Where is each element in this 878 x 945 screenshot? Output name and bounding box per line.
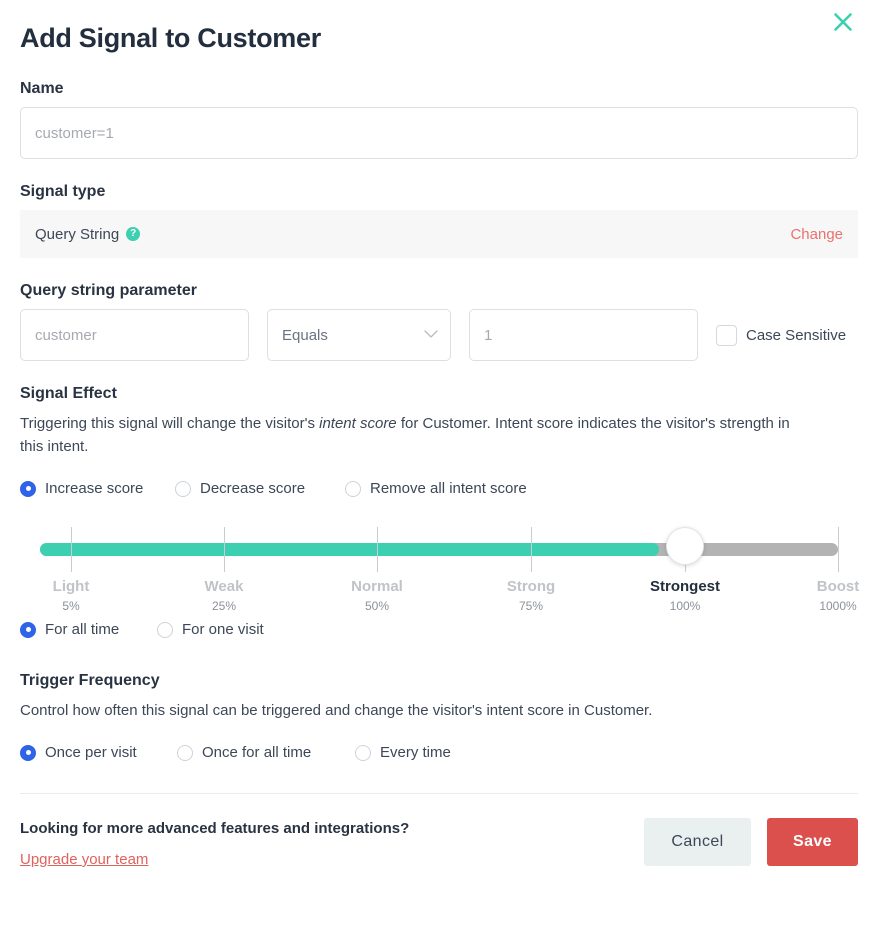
save-button[interactable]: Save	[767, 818, 858, 866]
slider-stop-name: Normal	[351, 577, 403, 596]
query-param-name-input[interactable]	[20, 309, 249, 361]
help-icon[interactable]: ?	[126, 227, 140, 241]
slider-tick	[224, 527, 225, 572]
radio-label: For one visit	[182, 621, 264, 638]
query-param-operator-wrap: Equals	[267, 309, 451, 361]
radio-label: Once for all time	[202, 744, 311, 761]
slider-tick	[838, 527, 839, 572]
radio-label: Decrease score	[200, 480, 305, 497]
radio-label: Every time	[380, 744, 451, 761]
cancel-button[interactable]: Cancel	[644, 818, 751, 866]
signal-type-value: Query String	[35, 226, 119, 243]
slider-fill	[40, 543, 659, 556]
signal-effect-label: Signal Effect	[20, 385, 858, 403]
slider-stop-strong[interactable]: Strong 75%	[507, 577, 555, 615]
radio-for-all-time[interactable]: For all time	[20, 621, 157, 638]
signal-type-bar: Query String ? Change	[20, 210, 858, 258]
trigger-frequency-radio-group: Once per visit Once for all time Every t…	[20, 744, 858, 761]
case-sensitive-label: Case Sensitive	[746, 327, 846, 344]
slider-stop-light[interactable]: Light 5%	[53, 577, 90, 615]
radio-indicator	[157, 622, 173, 638]
add-signal-modal: Add Signal to Customer Name Signal type …	[0, 0, 878, 945]
intent-score-slider[interactable]: Light 5% Weak 25% Normal 50% Strong 75% …	[20, 519, 858, 615]
radio-once-for-all-time[interactable]: Once for all time	[177, 744, 355, 761]
radio-indicator	[177, 745, 193, 761]
close-icon[interactable]	[826, 5, 860, 39]
change-signal-type-link[interactable]: Change	[790, 226, 843, 243]
slider-stop-name: Boost	[817, 577, 860, 596]
radio-indicator	[345, 481, 361, 497]
checkbox-box-icon	[716, 325, 737, 346]
modal-footer: Looking for more advanced features and i…	[20, 794, 858, 869]
slider-stop-strongest[interactable]: Strongest 100%	[650, 577, 720, 615]
trigger-frequency-description: Control how often this signal can be tri…	[20, 699, 810, 722]
radio-every-time[interactable]: Every time	[355, 744, 451, 761]
slider-tick	[377, 527, 378, 572]
slider-tick	[531, 527, 532, 572]
slider-stop-pct: 75%	[507, 598, 555, 615]
signal-effect-desc-part1: Triggering this signal will change the v…	[20, 415, 319, 432]
slider-stop-boost[interactable]: Boost 1000%	[817, 577, 860, 615]
name-input[interactable]	[20, 107, 858, 159]
signal-effect-desc-italic: intent score	[319, 415, 397, 432]
footer-actions: Cancel Save	[644, 818, 858, 866]
signal-effect-description: Triggering this signal will change the v…	[20, 412, 810, 458]
radio-indicator	[20, 622, 36, 638]
radio-for-one-visit[interactable]: For one visit	[157, 621, 264, 638]
upsell-title: Looking for more advanced features and i…	[20, 820, 409, 837]
slider-stop-name: Strong	[507, 577, 555, 596]
slider-stop-weak[interactable]: Weak 25%	[205, 577, 244, 615]
slider-track[interactable]	[40, 543, 838, 556]
slider-stop-pct: 5%	[53, 598, 90, 615]
upsell-block: Looking for more advanced features and i…	[20, 818, 409, 869]
slider-tick	[71, 527, 72, 572]
upgrade-your-team-link[interactable]: Upgrade your team	[20, 851, 148, 868]
radio-indicator	[20, 481, 36, 497]
slider-stop-name: Weak	[205, 577, 244, 596]
query-string-parameter-row: Equals Case Sensitive	[20, 309, 858, 361]
slider-stop-pct: 50%	[351, 598, 403, 615]
slider-stop-pct: 25%	[205, 598, 244, 615]
duration-radio-group: For all time For one visit	[20, 621, 858, 638]
radio-indicator	[20, 745, 36, 761]
trigger-frequency-label: Trigger Frequency	[20, 672, 858, 690]
query-param-value-input[interactable]	[469, 309, 698, 361]
radio-once-per-visit[interactable]: Once per visit	[20, 744, 177, 761]
query-string-parameter-label: Query string parameter	[20, 282, 858, 300]
slider-stop-normal[interactable]: Normal 50%	[351, 577, 403, 615]
radio-indicator	[175, 481, 191, 497]
radio-label: Increase score	[45, 480, 143, 497]
page-title: Add Signal to Customer	[20, 0, 858, 56]
slider-stop-name: Strongest	[650, 577, 720, 596]
slider-stop-name: Light	[53, 577, 90, 596]
radio-label: Remove all intent score	[370, 480, 527, 497]
slider-stop-pct: 100%	[650, 598, 720, 615]
signal-effect-radio-group: Increase score Decrease score Remove all…	[20, 480, 858, 497]
radio-label: For all time	[45, 621, 119, 638]
signal-type-label: Signal type	[20, 183, 858, 201]
radio-remove-all-intent-score[interactable]: Remove all intent score	[345, 480, 527, 497]
signal-type-value-group: Query String ?	[35, 226, 140, 243]
radio-label: Once per visit	[45, 744, 137, 761]
radio-decrease-score[interactable]: Decrease score	[175, 480, 345, 497]
slider-stop-pct: 1000%	[817, 598, 860, 615]
radio-increase-score[interactable]: Increase score	[20, 480, 175, 497]
name-label: Name	[20, 80, 858, 98]
slider-thumb[interactable]	[666, 527, 704, 565]
case-sensitive-checkbox[interactable]: Case Sensitive	[716, 325, 846, 346]
radio-indicator	[355, 745, 371, 761]
query-param-operator-select[interactable]: Equals	[267, 309, 451, 361]
